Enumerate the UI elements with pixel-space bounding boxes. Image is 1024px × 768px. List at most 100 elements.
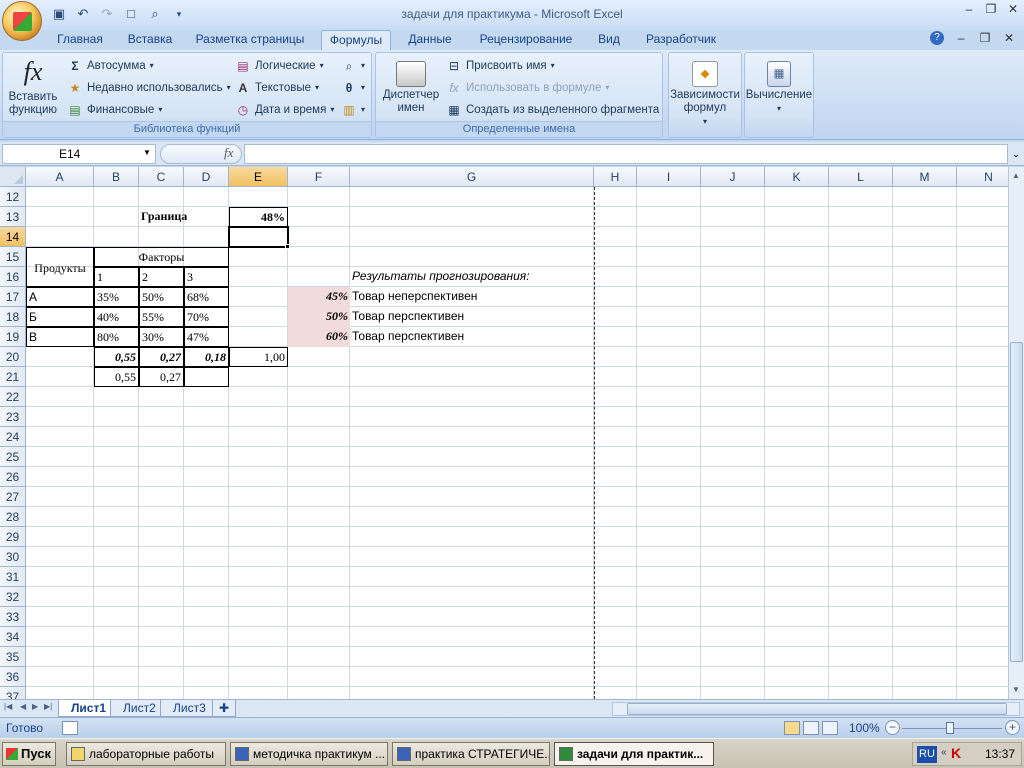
page-layout-view-icon[interactable] — [803, 721, 819, 735]
taskbar-item-folder[interactable]: лабораторные работы — [66, 742, 226, 766]
cell-d16[interactable]: 3 — [184, 267, 229, 287]
insert-function-fx-icon[interactable]: fx — [224, 145, 233, 161]
calculation-button[interactable]: ▦ Вычисление ▾ — [745, 57, 813, 115]
minimize-icon[interactable]: – — [962, 2, 976, 16]
cell-c17[interactable]: 50% — [139, 287, 184, 307]
recent-functions-button[interactable]: ★ Недавно использовались ▾ — [67, 78, 231, 98]
row-header-23[interactable]: 23 — [0, 407, 26, 427]
tab-view[interactable]: Вид — [592, 30, 626, 50]
row-header-37[interactable]: 37 — [0, 687, 26, 699]
cell-g18[interactable]: Товар перспективен — [350, 307, 594, 327]
close-icon[interactable]: ✕ — [1006, 2, 1020, 16]
antivirus-icon[interactable]: K — [951, 745, 961, 761]
cell-c16[interactable]: 2 — [139, 267, 184, 287]
lookup-functions-button[interactable]: ⌕ ▾ — [341, 56, 365, 76]
cell-b16[interactable]: 1 — [94, 267, 139, 287]
insert-function-button[interactable]: fx Вставить функцию — [7, 57, 59, 117]
cell-c18[interactable]: 55% — [139, 307, 184, 327]
cell-c21[interactable]: 0,27 — [139, 367, 184, 387]
cell-d19[interactable]: 47% — [184, 327, 229, 347]
cell-b20[interactable]: 0,55 — [94, 347, 139, 367]
formula-auditing-button[interactable]: ◆ Зависимости формул ▾ — [669, 57, 741, 128]
prev-sheet-icon[interactable]: ◀ — [20, 702, 26, 711]
next-sheet-icon[interactable]: ▶ — [32, 702, 38, 711]
cell-e20[interactable]: 1,00 — [229, 347, 288, 367]
cell-a15[interactable]: Продукты — [26, 247, 94, 287]
workbook-close-icon[interactable]: ✕ — [1002, 31, 1016, 45]
logical-functions-button[interactable]: ▤ Логические ▾ — [235, 56, 323, 76]
math-functions-button[interactable]: θ ▾ — [341, 78, 365, 98]
vertical-scroll-thumb[interactable] — [1010, 342, 1023, 662]
sheet-tab-3[interactable]: Лист3 — [160, 700, 219, 717]
column-header-g[interactable]: G — [350, 167, 594, 187]
column-header-m[interactable]: M — [893, 167, 957, 187]
column-header-n[interactable]: N — [957, 167, 1008, 187]
row-header-12[interactable]: 12 — [0, 187, 26, 207]
row-header-21[interactable]: 21 — [0, 367, 26, 387]
use-in-formula-button[interactable]: fx Использовать в формуле ▾ — [446, 78, 609, 98]
row-header-15[interactable]: 15 — [0, 247, 26, 267]
tray-expand-icon[interactable]: « — [941, 747, 947, 758]
more-functions-button[interactable]: ▥ ▾ — [341, 100, 365, 120]
spreadsheet-grid[interactable]: ABCDEFGHIJKLMN 12 13 14 15 16 17 18 19 20 21 22 23 2… — [0, 167, 1008, 699]
row-header-30[interactable]: 30 — [0, 547, 26, 567]
cell-a17[interactable]: А — [26, 287, 94, 307]
row-header-24[interactable]: 24 — [0, 427, 26, 447]
cell-b21[interactable]: 0,55 — [94, 367, 139, 387]
row-header-33[interactable]: 33 — [0, 607, 26, 627]
column-header-j[interactable]: J — [701, 167, 765, 187]
cell-g17[interactable]: Товар неперспективен — [350, 287, 594, 307]
help-icon[interactable]: ? — [930, 31, 944, 45]
column-header-l[interactable]: L — [829, 167, 893, 187]
cell-b18[interactable]: 40% — [94, 307, 139, 327]
cell-a19[interactable]: В — [26, 327, 94, 347]
start-button[interactable]: Пуск — [2, 742, 56, 766]
column-header-k[interactable]: K — [765, 167, 829, 187]
cell-g16[interactable]: Результаты прогнозирования: — [350, 267, 594, 287]
active-cell-selection[interactable] — [228, 226, 289, 248]
row-header-36[interactable]: 36 — [0, 667, 26, 687]
cell-c13[interactable]: Граница — [139, 207, 187, 227]
column-header-i[interactable]: I — [637, 167, 701, 187]
zoom-in-icon[interactable]: + — [1005, 720, 1020, 735]
row-header-27[interactable]: 27 — [0, 487, 26, 507]
horizontal-scroll-thumb[interactable] — [627, 703, 1007, 715]
column-header-h[interactable]: H — [594, 167, 637, 187]
workbook-minimize-icon[interactable]: – — [954, 31, 968, 45]
name-box[interactable]: E14 — [2, 144, 156, 164]
row-header-19[interactable]: 19 — [0, 327, 26, 347]
row-header-34[interactable]: 34 — [0, 627, 26, 647]
row-header-25[interactable]: 25 — [0, 447, 26, 467]
cell-d21[interactable] — [184, 367, 229, 387]
row-header-17[interactable]: 17 — [0, 287, 26, 307]
maximize-icon[interactable]: ❐ — [984, 2, 998, 16]
taskbar-item-word-2[interactable]: практика СТРАТЕГИЧЕ... — [392, 742, 550, 766]
zoom-out-icon[interactable]: − — [885, 720, 900, 735]
cell-f18[interactable]: 50% — [288, 307, 350, 327]
row-header-13[interactable]: 13 — [0, 207, 26, 227]
cell-c19[interactable]: 30% — [139, 327, 184, 347]
cell-d17[interactable]: 68% — [184, 287, 229, 307]
cell-d18[interactable]: 70% — [184, 307, 229, 327]
vertical-scrollbar[interactable]: ▲ ▼ — [1008, 167, 1024, 699]
first-sheet-icon[interactable]: |◀ — [4, 702, 12, 711]
tab-home[interactable]: Главная — [52, 30, 108, 50]
row-header-32[interactable]: 32 — [0, 587, 26, 607]
fill-handle[interactable] — [285, 244, 290, 249]
scroll-down-icon[interactable]: ▼ — [1009, 683, 1023, 697]
column-header-c[interactable]: C — [139, 167, 184, 187]
row-header-31[interactable]: 31 — [0, 567, 26, 587]
tab-insert[interactable]: Вставка — [122, 30, 178, 50]
cell-f17[interactable]: 45% — [288, 287, 350, 307]
row-header-35[interactable]: 35 — [0, 647, 26, 667]
row-header-16[interactable]: 16 — [0, 267, 26, 287]
taskbar-item-word-1[interactable]: методичка практикум ... — [230, 742, 388, 766]
row-header-22[interactable]: 22 — [0, 387, 26, 407]
cell-b19[interactable]: 80% — [94, 327, 139, 347]
column-header-a[interactable]: A — [26, 167, 94, 187]
define-name-button[interactable]: ⊟ Присвоить имя ▾ — [446, 56, 555, 76]
name-box-dropdown-icon[interactable]: ▼ — [143, 148, 151, 157]
insert-sheet-icon[interactable]: ✚ — [212, 700, 237, 717]
language-indicator[interactable]: RU — [917, 746, 937, 763]
tab-data[interactable]: Данные — [402, 30, 458, 50]
